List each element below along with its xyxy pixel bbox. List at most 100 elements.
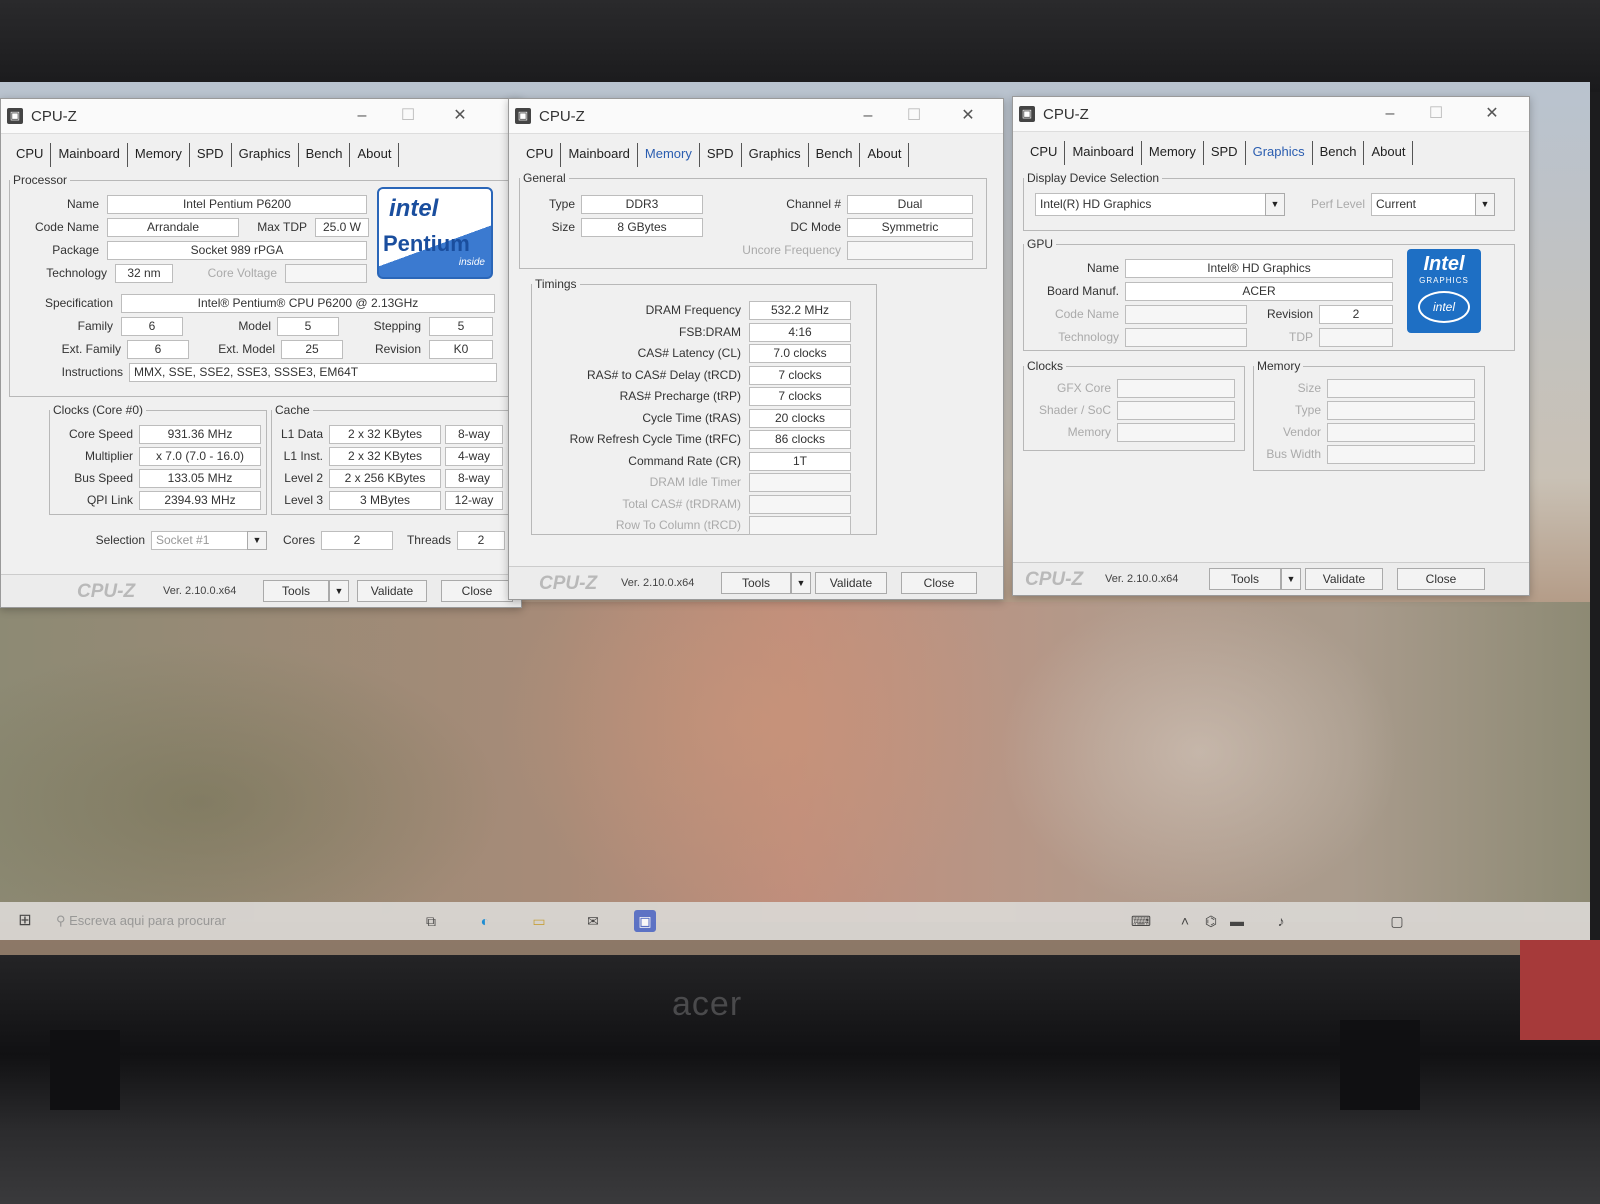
close-window-button[interactable]: ✕: [443, 103, 477, 129]
qpi-link-value: 2394.93 MHz: [139, 491, 261, 510]
gfx-core-label: GFX Core: [1056, 381, 1111, 395]
titlebar[interactable]: ▣ CPU-Z – ☐ ✕: [509, 99, 1003, 134]
keyboard-icon[interactable]: ⌨: [1130, 910, 1152, 932]
tools-button[interactable]: Tools: [721, 572, 791, 594]
stepping-label: Stepping: [373, 319, 421, 333]
tools-dropdown-arrow-icon[interactable]: ▼: [329, 580, 349, 602]
family-value: 6: [121, 317, 183, 336]
titlebar[interactable]: ▣ CPU-Z – ☐ ✕: [1, 99, 521, 134]
titlebar[interactable]: ▣ CPU-Z – ☐ ✕: [1013, 97, 1529, 132]
tab-cpu[interactable]: CPU: [9, 143, 52, 167]
tab-memory[interactable]: Memory: [638, 143, 700, 167]
windows-start-icon[interactable]: ⊞: [14, 910, 36, 932]
revision-value: K0: [429, 340, 493, 359]
edge-icon[interactable]: ◐: [474, 910, 496, 932]
tab-mainboard[interactable]: Mainboard: [1065, 141, 1142, 165]
maximize-button[interactable]: ☐: [897, 103, 931, 129]
timing-value: 7 clocks: [749, 365, 851, 385]
tools-button[interactable]: Tools: [1209, 568, 1281, 590]
window-footer: CPU-Z Ver. 2.10.0.x64 Tools ▼ Validate C…: [1013, 562, 1529, 595]
notifications-icon[interactable]: ▢: [1386, 910, 1408, 932]
maximize-button[interactable]: ☐: [391, 103, 425, 129]
tab-about[interactable]: About: [1364, 141, 1414, 165]
tab-spd[interactable]: SPD: [700, 143, 742, 167]
task-view-icon[interactable]: ⧉: [420, 910, 442, 932]
family-label: Family: [77, 319, 113, 333]
tab-memory[interactable]: Memory: [128, 143, 190, 167]
threads-label: Threads: [406, 533, 451, 547]
tab-bench[interactable]: Bench: [1313, 141, 1365, 165]
cpuz-taskbar-icon[interactable]: ▣: [634, 910, 656, 932]
intel-pentium-logo: intel Pentium inside: [377, 187, 493, 279]
dc-mode-label: DC Mode: [790, 220, 841, 234]
clocks-legend: Clocks (Core #0): [53, 403, 144, 417]
file-explorer-icon[interactable]: ▭: [528, 910, 550, 932]
perf-level-label: Perf Level: [1310, 197, 1365, 211]
tools-button[interactable]: Tools: [263, 580, 329, 602]
perf-level-select[interactable]: Current: [1371, 193, 1477, 216]
dc-mode-value: Symmetric: [847, 218, 973, 237]
pentium-logo-product: Pentium: [383, 231, 470, 256]
board-manuf-label: Board Manuf.: [1046, 284, 1119, 298]
l1-data-way: 8-way: [445, 425, 503, 444]
close-button[interactable]: Close: [1397, 568, 1485, 590]
tab-bench[interactable]: Bench: [299, 143, 351, 167]
tab-bench[interactable]: Bench: [809, 143, 861, 167]
window-title: CPU-Z: [1043, 106, 1089, 123]
timing-value: [749, 473, 851, 492]
max-tdp-label: Max TDP: [257, 220, 307, 234]
taskbar-search-box[interactable]: ⚲ Escreva aqui para procurar: [56, 908, 396, 934]
laptop-bezel-top: [0, 0, 1600, 92]
selection-dropdown[interactable]: Socket #1: [151, 531, 249, 550]
minimize-button[interactable]: –: [1373, 101, 1407, 127]
threads-value: 2: [457, 531, 505, 550]
tab-cpu[interactable]: CPU: [519, 143, 562, 167]
gpu-mem-type-label: Type: [1294, 403, 1321, 417]
core-voltage-label: Core Voltage: [207, 266, 277, 280]
tab-graphics[interactable]: Graphics: [742, 143, 809, 167]
network-icon[interactable]: ⌬: [1200, 910, 1222, 932]
validate-button[interactable]: Validate: [1305, 568, 1383, 590]
revision-label: Revision: [374, 342, 421, 356]
device-select-arrow-icon[interactable]: ▼: [1265, 193, 1285, 216]
tools-dropdown-arrow-icon[interactable]: ▼: [791, 572, 811, 594]
tab-cpu[interactable]: CPU: [1023, 141, 1066, 165]
gpu-mem-type-value: [1327, 401, 1475, 420]
revision-label: Revision: [1266, 307, 1313, 321]
volume-icon[interactable]: ♪: [1270, 910, 1292, 932]
specification-label: Specification: [44, 296, 113, 310]
background-object: [1520, 940, 1600, 1040]
tab-about[interactable]: About: [860, 143, 910, 167]
close-window-button[interactable]: ✕: [951, 103, 985, 129]
tab-memory[interactable]: Memory: [1142, 141, 1204, 165]
maximize-button[interactable]: ☐: [1419, 101, 1453, 127]
tab-graphics[interactable]: Graphics: [232, 143, 299, 167]
tab-spd[interactable]: SPD: [1204, 141, 1246, 165]
selection-dropdown-arrow-icon[interactable]: ▼: [247, 531, 267, 550]
close-window-button[interactable]: ✕: [1475, 101, 1509, 127]
chevron-up-icon[interactable]: ˄: [1174, 910, 1196, 932]
validate-button[interactable]: Validate: [357, 580, 427, 602]
close-button[interactable]: Close: [441, 580, 513, 602]
minimize-button[interactable]: –: [345, 103, 379, 129]
tab-mainboard[interactable]: Mainboard: [51, 143, 128, 167]
device-select[interactable]: Intel(R) HD Graphics: [1035, 193, 1267, 216]
level3-size: 3 MBytes: [329, 491, 441, 510]
revision-value: 2: [1319, 305, 1393, 324]
perf-level-arrow-icon[interactable]: ▼: [1475, 193, 1495, 216]
tab-spd[interactable]: SPD: [190, 143, 232, 167]
battery-icon[interactable]: ▬: [1226, 910, 1248, 932]
tab-about[interactable]: About: [350, 143, 400, 167]
minimize-button[interactable]: –: [851, 103, 885, 129]
validate-button[interactable]: Validate: [815, 572, 887, 594]
model-label: Model: [238, 319, 271, 333]
uncore-frequency-value: [847, 241, 973, 260]
code-name-label: Code Name: [1054, 307, 1119, 321]
gpu-mem-vendor-value: [1327, 423, 1475, 442]
intel-graphics-logo: Intel GRAPHICS intel: [1407, 249, 1481, 333]
close-button[interactable]: Close: [901, 572, 977, 594]
tools-dropdown-arrow-icon[interactable]: ▼: [1281, 568, 1301, 590]
mail-icon[interactable]: ✉: [582, 910, 604, 932]
tab-mainboard[interactable]: Mainboard: [561, 143, 638, 167]
tab-graphics[interactable]: Graphics: [1246, 141, 1313, 165]
